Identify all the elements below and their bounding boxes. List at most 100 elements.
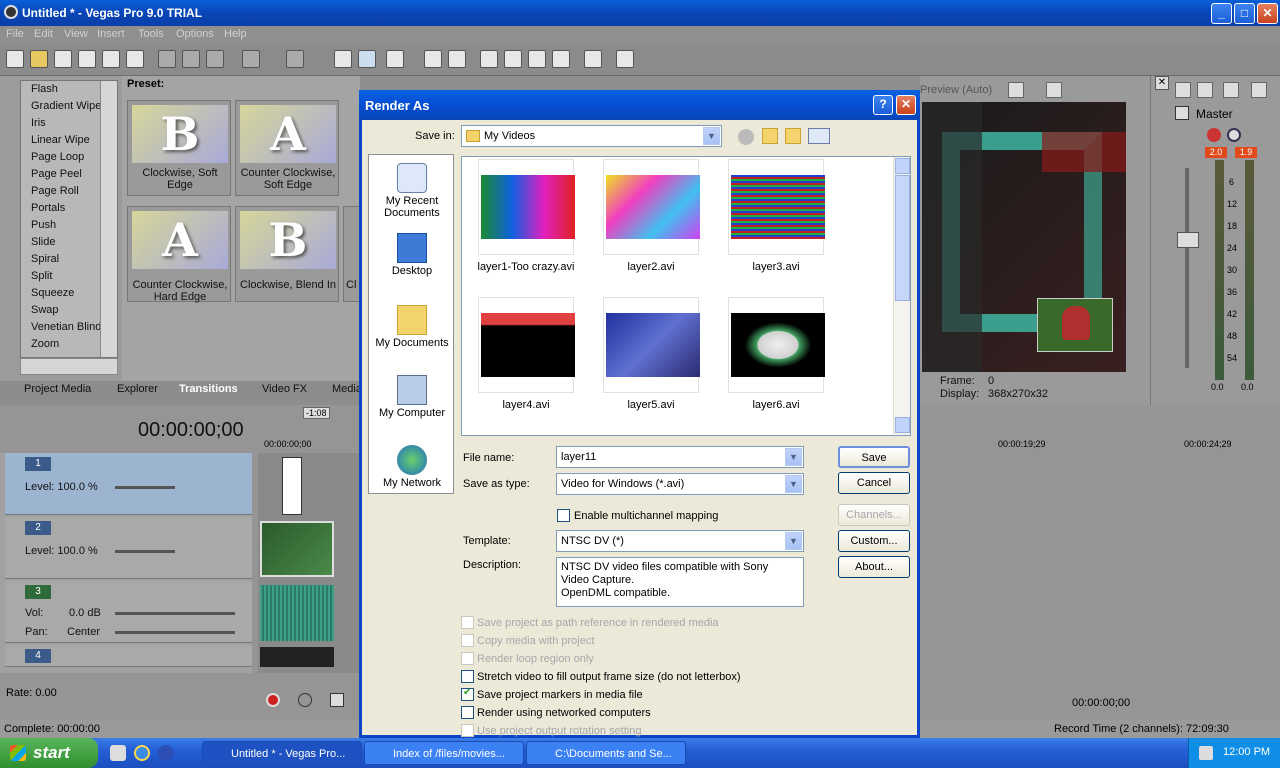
menu-tools[interactable]: Tools bbox=[138, 28, 164, 40]
menu-options[interactable]: Options bbox=[176, 28, 214, 40]
transitions-hscrollbar[interactable] bbox=[20, 358, 118, 375]
list-item[interactable]: Page Peel bbox=[31, 168, 82, 180]
copy-icon[interactable] bbox=[182, 50, 200, 68]
option-checkbox[interactable] bbox=[461, 634, 474, 647]
list-item[interactable]: Gradient Wipe bbox=[31, 100, 101, 112]
envelope-tool-icon[interactable] bbox=[358, 50, 376, 68]
save-snapshot-icon[interactable] bbox=[1046, 82, 1062, 98]
play-from-start-icon[interactable] bbox=[330, 693, 344, 707]
option-checkbox[interactable] bbox=[461, 687, 474, 701]
tab-media-generators[interactable]: Media bbox=[332, 383, 362, 395]
open-folder-icon[interactable] bbox=[30, 50, 48, 68]
help-button[interactable]: ? bbox=[873, 95, 893, 115]
level-slider[interactable] bbox=[115, 550, 175, 553]
list-item[interactable]: Split bbox=[31, 270, 52, 282]
file-item[interactable]: layer1-Too crazy.avi bbox=[478, 159, 575, 281]
taskbar-item-vegas[interactable]: Untitled * - Vegas Pro... bbox=[202, 741, 362, 765]
maximize-button[interactable]: □ bbox=[1234, 3, 1255, 24]
scroll-down-icon[interactable] bbox=[895, 417, 910, 433]
pan-slider[interactable] bbox=[115, 631, 235, 634]
list-item[interactable]: Spiral bbox=[31, 253, 59, 265]
list-item[interactable]: Page Loop bbox=[31, 151, 84, 163]
chevron-down-icon[interactable]: ▼ bbox=[785, 532, 802, 550]
list-item[interactable]: Push bbox=[31, 219, 56, 231]
preset-thumbnail[interactable]: A Counter Clockwise, Hard Edge bbox=[127, 206, 231, 303]
show-desktop-icon[interactable] bbox=[110, 745, 126, 761]
place-desktop[interactable]: Desktop bbox=[369, 233, 455, 277]
mixer-io-icon[interactable] bbox=[1223, 82, 1239, 98]
normal-edit-icon[interactable] bbox=[480, 50, 498, 68]
custom-button[interactable]: Custom... bbox=[838, 530, 910, 552]
preview-mode[interactable]: Preview (Auto) bbox=[920, 84, 992, 96]
list-item[interactable]: Venetian Blinds bbox=[31, 321, 107, 333]
file-name-input[interactable]: layer11 ▼ bbox=[556, 446, 804, 468]
scroll-up-icon[interactable] bbox=[895, 158, 910, 174]
mixer-properties-icon[interactable] bbox=[1175, 82, 1191, 98]
master-fader-handle[interactable] bbox=[1177, 232, 1199, 248]
audio-clip[interactable] bbox=[260, 585, 334, 641]
cancel-button[interactable]: Cancel bbox=[838, 472, 910, 494]
transitions-scrollbar[interactable] bbox=[100, 81, 117, 357]
undo-icon[interactable] bbox=[242, 50, 260, 68]
video-track-1[interactable]: 1 Level: 100.0 % bbox=[5, 453, 252, 515]
place-my-recent-documents[interactable]: My Recent Documents bbox=[369, 163, 455, 219]
channels-button[interactable]: Channels... bbox=[838, 504, 910, 526]
place-my-documents[interactable]: My Documents bbox=[369, 305, 455, 349]
video-track-2[interactable]: 2 Level: 100.0 % bbox=[5, 517, 252, 579]
chevron-down-icon[interactable]: ▼ bbox=[785, 475, 802, 493]
file-item[interactable]: layer2.avi bbox=[603, 159, 700, 281]
envelope-edit-icon[interactable] bbox=[504, 50, 522, 68]
file-item[interactable]: layer4.avi bbox=[478, 297, 575, 419]
option-checkbox[interactable] bbox=[461, 616, 474, 629]
mixer-downmix-icon[interactable] bbox=[1251, 82, 1267, 98]
selection-edit-icon[interactable] bbox=[528, 50, 546, 68]
tab-project-media[interactable]: Project Media bbox=[24, 383, 91, 395]
chevron-down-icon[interactable]: ▼ bbox=[703, 127, 720, 145]
whats-this-icon[interactable] bbox=[616, 50, 634, 68]
start-button[interactable]: start bbox=[0, 738, 98, 768]
zoom-edit-icon[interactable] bbox=[552, 50, 570, 68]
file-list-scrollbar[interactable] bbox=[893, 157, 910, 435]
taskbar-item-explorer[interactable]: C:\Documents and Se... bbox=[526, 741, 686, 765]
mixer-fx-button[interactable] bbox=[1207, 128, 1221, 142]
network-tray-icon[interactable] bbox=[1199, 746, 1213, 760]
list-item[interactable]: Squeeze bbox=[31, 287, 74, 299]
save-as-type-select[interactable]: Video for Windows (*.avi) ▼ bbox=[556, 473, 804, 495]
paint-icon[interactable] bbox=[584, 50, 602, 68]
snap-icon[interactable] bbox=[386, 50, 404, 68]
properties-icon[interactable] bbox=[126, 50, 144, 68]
views-menu-icon[interactable] bbox=[808, 128, 830, 144]
lock-envelopes-icon[interactable] bbox=[448, 50, 466, 68]
video-track-4[interactable]: 4 bbox=[5, 645, 252, 667]
video-clip[interactable] bbox=[260, 647, 334, 667]
multichannel-checkbox[interactable] bbox=[557, 509, 570, 522]
close-mixer-icon[interactable]: ✕ bbox=[1155, 76, 1169, 90]
save-button[interactable]: Save bbox=[838, 446, 910, 468]
tab-video-fx[interactable]: Video FX bbox=[262, 383, 307, 395]
back-icon[interactable] bbox=[738, 129, 754, 145]
list-item[interactable]: Page Roll bbox=[31, 185, 79, 197]
list-item[interactable]: Slide bbox=[31, 236, 55, 248]
loop-icon[interactable] bbox=[298, 693, 312, 707]
tab-transitions[interactable]: Transitions bbox=[179, 383, 238, 395]
record-button[interactable] bbox=[266, 693, 280, 707]
preset-thumbnail[interactable]: Cl bbox=[343, 206, 360, 302]
option-checkbox[interactable] bbox=[461, 670, 474, 683]
new-folder-icon[interactable] bbox=[785, 128, 801, 144]
mixer-mute-button[interactable] bbox=[1227, 128, 1241, 142]
taskbar-item-browser[interactable]: Index of /files/movies... bbox=[364, 741, 524, 765]
option-checkbox[interactable] bbox=[461, 652, 474, 665]
paste-icon[interactable] bbox=[206, 50, 224, 68]
list-item[interactable]: Linear Wipe bbox=[31, 134, 90, 146]
chevron-down-icon[interactable]: ▼ bbox=[785, 448, 802, 466]
menu-file[interactable]: File bbox=[6, 28, 24, 40]
edit-tool-icon[interactable] bbox=[334, 50, 352, 68]
list-item[interactable]: Flash bbox=[31, 83, 58, 95]
menu-edit[interactable]: Edit bbox=[34, 28, 53, 40]
cut-icon[interactable] bbox=[158, 50, 176, 68]
video-clip[interactable] bbox=[282, 457, 302, 515]
menu-help[interactable]: Help bbox=[224, 28, 247, 40]
file-item[interactable]: layer6.avi bbox=[728, 297, 825, 419]
autoripple-icon[interactable] bbox=[424, 50, 442, 68]
preset-thumbnail[interactable]: B Clockwise, Blend In bbox=[235, 206, 339, 302]
